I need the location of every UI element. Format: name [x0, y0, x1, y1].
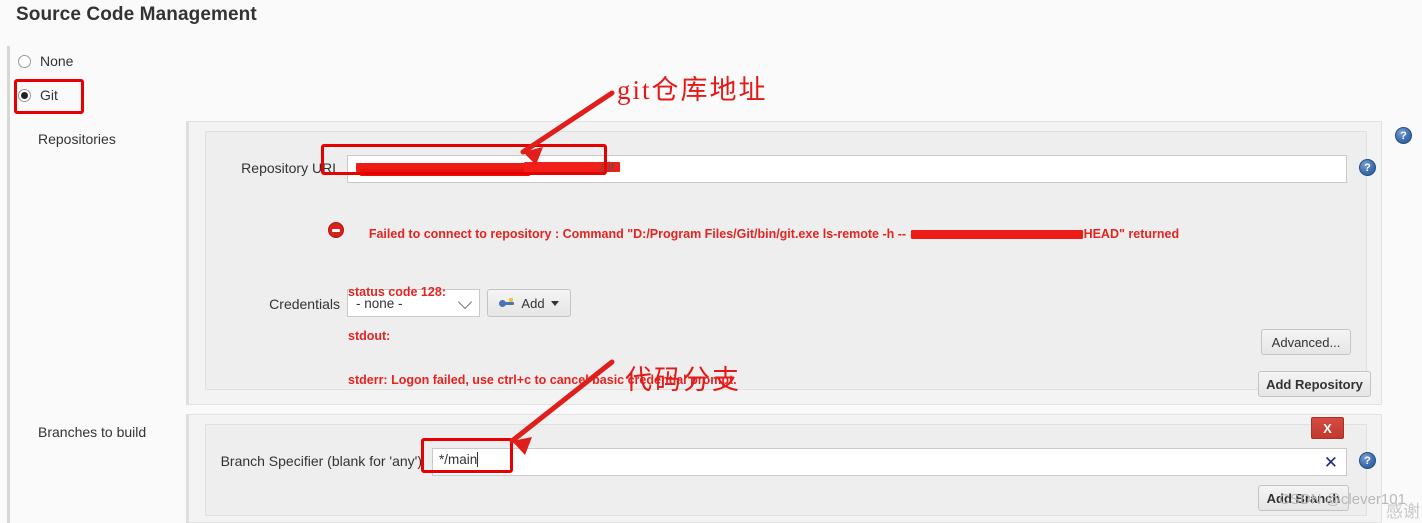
- error-line-3: stdout:: [348, 328, 391, 343]
- error-redaction-1: [910, 229, 1083, 239]
- branches-section-label: Branches to build: [38, 424, 147, 440]
- annotation-branch: 代码分支: [625, 365, 741, 395]
- scm-option-git[interactable]: Git: [18, 87, 58, 103]
- radio-git-icon[interactable]: [18, 88, 31, 102]
- credentials-label: Credentials: [269, 296, 340, 312]
- scm-option-git-label: Git: [40, 87, 58, 103]
- delete-branch-button[interactable]: X: [1311, 417, 1344, 439]
- page-help-icon[interactable]: ?: [1395, 127, 1412, 144]
- repository-url-redaction: .git: [354, 160, 1340, 176]
- error-line-2: status code 128:: [348, 285, 446, 300]
- error-line-1: Failed to connect to repository : Comman…: [348, 212, 1348, 256]
- error-line-4: stderr: Logon failed, use ctrl+c to canc…: [348, 372, 737, 387]
- branch-specifier-value: */main: [439, 452, 478, 467]
- text-caret: [477, 452, 479, 467]
- branch-specifier-label: Branch Specifier (blank for 'any'): [220, 453, 422, 469]
- watermark-cn-text: 感谢: [1386, 502, 1420, 521]
- annotation-repo-url: git仓库地址: [617, 75, 768, 105]
- error-circle-icon: [328, 222, 344, 238]
- form-left-rule: [7, 46, 10, 523]
- scm-option-none-label: None: [40, 53, 74, 69]
- page-title: Source Code Management: [16, 4, 257, 25]
- error-line-1-tail: HEAD" returned: [1083, 226, 1180, 241]
- repository-url-input[interactable]: .git: [347, 155, 1347, 183]
- repository-url-label: Repository URL: [241, 160, 340, 176]
- branch-specifier-help-icon[interactable]: ?: [1359, 452, 1376, 469]
- scm-config-page: Source Code Management None Git Reposito…: [0, 0, 1422, 523]
- repositories-section-label: Repositories: [38, 131, 116, 147]
- redaction-bar-2: [360, 169, 530, 176]
- clear-branch-icon[interactable]: ✕: [1324, 454, 1338, 471]
- radio-none-icon[interactable]: [18, 54, 31, 68]
- branch-specifier-input[interactable]: */main ✕: [432, 448, 1347, 476]
- branch-entry-panel: Branch Specifier (blank for 'any') */mai…: [205, 424, 1376, 516]
- scm-option-none[interactable]: None: [18, 53, 73, 69]
- error-line-1-text: Failed to connect to repository : Comman…: [368, 226, 910, 241]
- redaction-bar-1: [356, 163, 590, 172]
- repository-url-visible-suffix: .git: [597, 160, 615, 174]
- redaction-bar-3: [524, 162, 620, 172]
- branches-section: Branch Specifier (blank for 'any') */mai…: [186, 414, 1382, 523]
- repository-url-help-icon[interactable]: ?: [1359, 159, 1376, 176]
